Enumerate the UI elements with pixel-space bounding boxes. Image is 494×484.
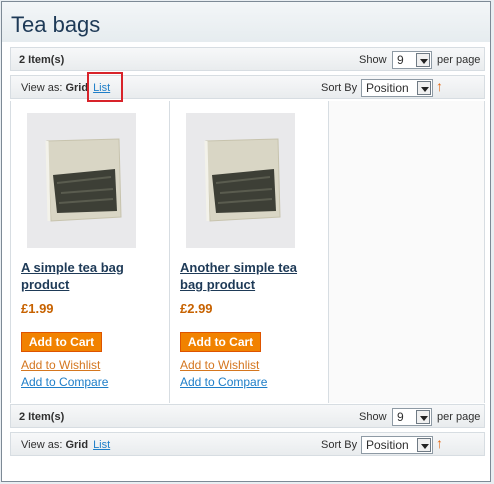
add-to-compare-link[interactable]: Add to Compare: [180, 375, 267, 389]
chevron-down-icon[interactable]: [416, 410, 430, 424]
empty-grid-cell: [329, 101, 484, 403]
product-item: A simple tea bag product £1.99 Add to Ca…: [11, 101, 170, 403]
limit-value: 9: [397, 53, 404, 67]
show-label: Show: [359, 54, 387, 66]
product-image[interactable]: [27, 113, 136, 248]
product-name-link[interactable]: Another simple tea bag product: [180, 259, 320, 293]
sorter-bottom: View as: Grid List Sort By Position ↑: [10, 432, 485, 456]
pager-top: 2 Item(s) Show 9 per page: [10, 47, 485, 71]
view-as-label: View as:: [21, 82, 63, 94]
sort-value: Position: [366, 81, 409, 95]
chevron-down-icon[interactable]: [416, 53, 430, 67]
sort-label: Sort By: [321, 82, 358, 94]
limit-select[interactable]: 9: [392, 51, 432, 69]
highlight-annotation: [87, 72, 123, 102]
product-grid: A simple tea bag product £1.99 Add to Ca…: [10, 101, 485, 403]
sort-label: Sort By: [321, 439, 358, 451]
sort-select[interactable]: Position: [361, 436, 433, 454]
view-list-link[interactable]: List: [93, 439, 110, 451]
chevron-down-icon[interactable]: [417, 81, 431, 95]
product-name-link[interactable]: A simple tea bag product: [21, 259, 161, 293]
product-image[interactable]: [186, 113, 295, 248]
page-frame: Tea bags 2 Item(s) Show 9 per page View …: [1, 1, 491, 482]
product-price: £1.99: [21, 301, 54, 316]
sort-direction-arrow-icon[interactable]: ↑: [436, 435, 443, 451]
view-as-label: View as:: [21, 439, 63, 451]
limit-select[interactable]: 9: [392, 408, 432, 426]
per-page-label: per page: [437, 411, 481, 423]
product-price: £2.99: [180, 301, 213, 316]
items-count: 2 Item(s): [19, 54, 65, 66]
add-to-wishlist-link[interactable]: Add to Wishlist: [21, 358, 100, 372]
product-item: Another simple tea bag product £2.99 Add…: [170, 101, 329, 403]
chevron-down-icon[interactable]: [417, 438, 431, 452]
per-page-label: per page: [437, 54, 481, 66]
pager-bottom: 2 Item(s) Show 9 per page: [10, 404, 485, 428]
sort-select[interactable]: Position: [361, 79, 433, 97]
view-mode: View as: Grid List: [21, 439, 110, 451]
page-header: Tea bags: [2, 2, 490, 42]
add-to-wishlist-link[interactable]: Add to Wishlist: [180, 358, 259, 372]
page-title: Tea bags: [11, 12, 101, 37]
sort-value: Position: [366, 438, 409, 452]
add-to-cart-button[interactable]: Add to Cart: [180, 332, 261, 352]
show-label: Show: [359, 411, 387, 423]
add-to-compare-link[interactable]: Add to Compare: [21, 375, 108, 389]
add-to-cart-button[interactable]: Add to Cart: [21, 332, 102, 352]
view-grid-current: Grid: [65, 439, 89, 451]
view-grid-current: Grid: [65, 82, 89, 94]
limit-value: 9: [397, 410, 404, 424]
tea-bag-image: [186, 113, 295, 248]
items-count: 2 Item(s): [19, 411, 65, 423]
sorter-top: View as: Grid List Sort By Position ↑: [10, 75, 485, 99]
tea-bag-image: [27, 113, 136, 248]
sort-direction-arrow-icon[interactable]: ↑: [436, 78, 443, 94]
